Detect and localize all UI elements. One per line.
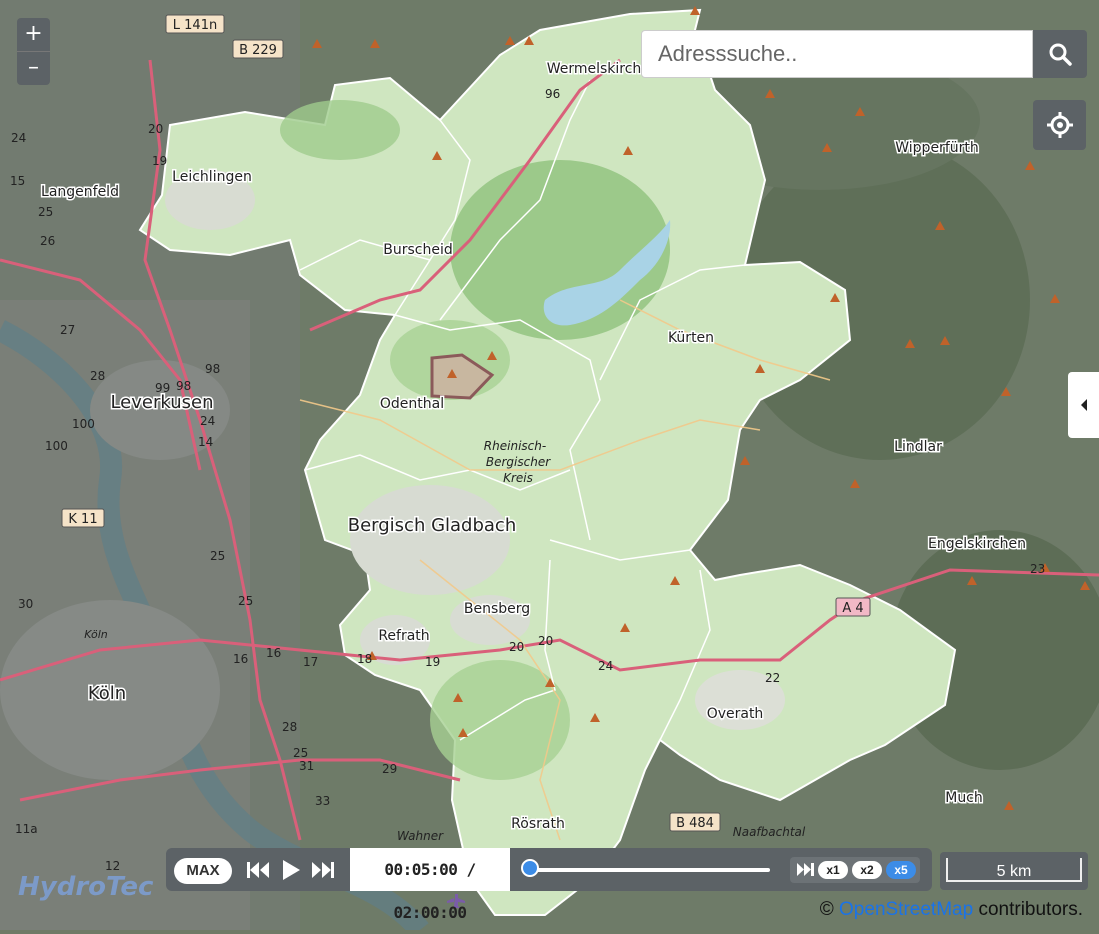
chevron-left-icon: [1080, 399, 1087, 411]
place-label: Burscheid: [383, 242, 453, 258]
svg-text:26: 26: [40, 234, 55, 248]
scale-bar: 5 km: [940, 852, 1088, 890]
place-label: Köln: [84, 628, 108, 641]
place-label: Bensberg: [464, 601, 530, 617]
svg-text:19: 19: [152, 154, 167, 168]
time-slider-handle[interactable]: [521, 859, 539, 877]
svg-text:98: 98: [205, 362, 220, 376]
play-icon[interactable]: [281, 859, 301, 881]
svg-text:16: 16: [266, 646, 281, 660]
district-label-1: Rheinisch-: [484, 439, 546, 453]
osm-link[interactable]: OpenStreetMap: [839, 899, 973, 920]
time-display: 00:05:00 / 02:00:00: [350, 848, 510, 922]
place-label: Naafbachtal: [733, 825, 806, 839]
svg-text:28: 28: [282, 720, 297, 734]
time-slider-track[interactable]: [526, 868, 770, 872]
svg-text:100: 100: [45, 439, 68, 453]
place-label: Overath: [707, 706, 764, 722]
svg-text:24: 24: [598, 659, 613, 673]
skip-back-icon[interactable]: [246, 861, 270, 879]
svg-text:28: 28: [90, 369, 105, 383]
side-panel-toggle[interactable]: [1068, 372, 1099, 438]
svg-text:25: 25: [293, 746, 308, 760]
speed-x5-button[interactable]: x5: [886, 861, 916, 879]
road-shield-label: B 229: [239, 43, 277, 58]
road-shield-label: A 4: [842, 601, 863, 616]
locate-button[interactable]: [1033, 100, 1086, 150]
address-search-input[interactable]: Adresssuche..: [641, 30, 1033, 78]
svg-text:98: 98: [176, 379, 191, 393]
scale-label: 5 km: [946, 858, 1082, 882]
max-button[interactable]: MAX: [174, 858, 232, 884]
svg-text:19: 19: [425, 655, 440, 669]
speed-x2-button[interactable]: x2: [852, 861, 882, 879]
svg-text:20: 20: [509, 640, 524, 654]
svg-text:14: 14: [198, 435, 213, 449]
svg-text:20: 20: [538, 634, 553, 648]
svg-text:33: 33: [315, 794, 330, 808]
svg-text:31: 31: [299, 759, 314, 773]
svg-text:22: 22: [765, 671, 780, 685]
place-label: Odenthal: [380, 396, 444, 412]
svg-text:25: 25: [238, 594, 253, 608]
svg-text:27: 27: [60, 323, 75, 337]
svg-text:24: 24: [11, 131, 26, 145]
map-canvas[interactable]: 201924 152526 272899 9898100 1002414 252…: [0, 0, 1099, 930]
svg-text:25: 25: [38, 205, 53, 219]
place-label: Wahner: [397, 829, 444, 843]
hydrotec-logo: HydroTec: [18, 872, 154, 902]
svg-text:11a: 11a: [15, 822, 38, 836]
place-label: Leichlingen: [172, 169, 252, 185]
road-shield-label: K 11: [68, 512, 97, 527]
road-shield-label: B 484: [676, 816, 714, 831]
search-icon: [1049, 43, 1072, 66]
district-label-2: Bergischer: [486, 455, 551, 469]
svg-text:25: 25: [210, 549, 225, 563]
place-label: Wipperfürth: [895, 140, 979, 156]
place-label: Wermelskirch: [547, 61, 642, 77]
speed-x1-button[interactable]: x1: [818, 861, 848, 879]
svg-text:20: 20: [148, 122, 163, 136]
svg-text:12: 12: [105, 859, 120, 873]
attribution: © OpenStreetMap contributors.: [820, 899, 1083, 921]
crosshair-icon: [1046, 112, 1073, 138]
svg-text:29: 29: [382, 762, 397, 776]
search-button[interactable]: [1033, 30, 1087, 78]
place-label: Lindlar: [894, 439, 942, 455]
svg-text:16: 16: [233, 652, 248, 666]
svg-text:17: 17: [303, 655, 318, 669]
place-label: Much: [945, 790, 983, 806]
zoom-control: + –: [17, 18, 50, 85]
speed-selector: x1 x2 x5: [790, 857, 920, 883]
zoom-out-button[interactable]: –: [17, 52, 50, 85]
district-label-3: Kreis: [503, 471, 533, 485]
skip-forward-icon[interactable]: [311, 861, 335, 879]
search-placeholder: Adresssuche..: [658, 41, 798, 66]
place-label: Kürten: [668, 330, 714, 346]
svg-text:96: 96: [545, 87, 560, 101]
road-shield-label: L 141n: [173, 18, 217, 33]
svg-text:24: 24: [200, 414, 215, 428]
time-player: MAX 00:05:00 / 02:00:00 x1 x2 x5: [166, 848, 932, 922]
attribution-prefix: ©: [819, 899, 834, 920]
place-label: Rösrath: [511, 816, 565, 832]
svg-text:15: 15: [10, 174, 25, 188]
zoom-in-button[interactable]: +: [17, 18, 50, 52]
svg-text:30: 30: [18, 597, 33, 611]
place-label: Engelskirchen: [928, 536, 1026, 552]
place-label: Köln: [88, 683, 126, 704]
attribution-suffix: contributors.: [978, 899, 1083, 920]
place-label: Langenfeld: [41, 184, 119, 200]
place-label: Leverkusen: [110, 392, 213, 413]
place-label: Refrath: [378, 628, 429, 644]
svg-text:18: 18: [357, 652, 372, 666]
skip-end-icon[interactable]: [796, 862, 816, 877]
svg-text:23: 23: [1030, 562, 1045, 576]
svg-text:100: 100: [72, 417, 95, 431]
place-label: Bergisch Gladbach: [348, 515, 517, 536]
